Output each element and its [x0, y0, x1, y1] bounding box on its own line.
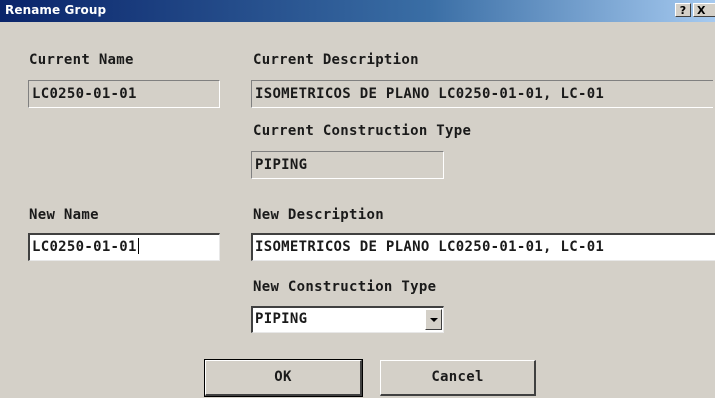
new-construction-type-select[interactable]: PIPING — [251, 306, 444, 333]
new-name-label: New Name — [29, 207, 99, 223]
new-construction-type-value: PIPING — [255, 311, 308, 327]
help-icon[interactable]: ? — [675, 3, 691, 17]
new-description-input[interactable]: ISOMETRICOS DE PLANO LC0250-01-01, LC-01 — [251, 233, 715, 261]
close-icon[interactable]: X — [693, 3, 715, 17]
current-name-label: Current Name — [29, 52, 134, 68]
current-name-field: LC0250-01-01 — [28, 80, 220, 108]
new-name-value: LC0250-01-01 — [32, 239, 137, 255]
new-name-input[interactable]: LC0250-01-01 — [28, 233, 220, 261]
text-caret — [137, 238, 139, 254]
chevron-down-icon[interactable] — [425, 309, 442, 330]
window-title: Rename Group — [5, 3, 107, 17]
title-bar: Rename Group ? X — [0, 0, 715, 22]
current-description-field: ISOMETRICOS DE PLANO LC0250-01-01, LC-01 — [251, 80, 713, 108]
cancel-button[interactable]: Cancel — [380, 360, 536, 396]
new-description-label: New Description — [253, 207, 384, 223]
current-construction-type-label: Current Construction Type — [253, 123, 472, 139]
ok-button[interactable]: OK — [204, 359, 363, 397]
new-construction-type-label: New Construction Type — [253, 279, 437, 295]
current-description-label: Current Description — [253, 52, 419, 68]
current-construction-type-field: PIPING — [251, 151, 444, 179]
